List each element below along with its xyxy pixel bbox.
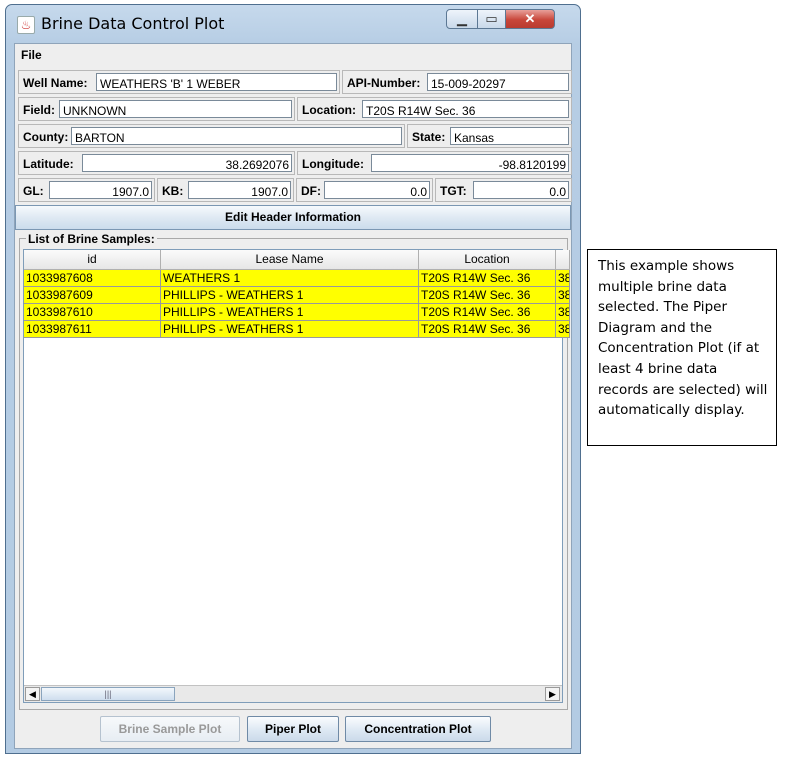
location-label: Location: xyxy=(302,103,356,117)
df-label: DF: xyxy=(301,184,321,198)
column-header-location[interactable]: Location xyxy=(419,250,556,270)
piper-plot-button[interactable]: Piper Plot xyxy=(247,716,339,742)
minimize-icon: ▁ xyxy=(457,11,467,26)
cell-id[interactable]: 1033987608 xyxy=(24,270,161,287)
tgt-field[interactable]: 0.0 xyxy=(473,181,569,199)
gl-field[interactable]: 1907.0 xyxy=(49,181,152,199)
header-row-field: Field: UNKNOWN Location: T20S R14W Sec. … xyxy=(15,97,572,122)
cell-lease-name[interactable]: PHILLIPS - WEATHERS 1 xyxy=(161,321,419,338)
scroll-right-button[interactable]: ▶ xyxy=(545,687,560,701)
kb-field[interactable]: 1907.0 xyxy=(188,181,291,199)
field-label: Field: xyxy=(23,103,55,117)
column-header-id[interactable]: id xyxy=(24,250,161,270)
api-number-field[interactable]: 15-009-20297 xyxy=(427,73,569,91)
county-field[interactable]: BARTON xyxy=(71,127,402,145)
table-row[interactable]: 1033987610 PHILLIPS - WEATHERS 1 T20S R1… xyxy=(24,304,570,321)
api-number-label: API-Number: xyxy=(347,76,421,90)
cell-overflow[interactable]: 38 xyxy=(556,287,570,304)
tgt-label: TGT: xyxy=(440,184,467,198)
cell-overflow[interactable]: 38 xyxy=(556,321,570,338)
menu-bar: File xyxy=(15,44,571,66)
brine-samples-panel: List of Brine Samples: id Lease Name Loc… xyxy=(19,232,570,710)
column-header-overflow[interactable] xyxy=(556,250,570,270)
cell-lease-name[interactable]: PHILLIPS - WEATHERS 1 xyxy=(161,287,419,304)
cell-location[interactable]: T20S R14W Sec. 36 xyxy=(419,287,556,304)
cell-lease-name[interactable]: PHILLIPS - WEATHERS 1 xyxy=(161,304,419,321)
table-row[interactable]: 1033987608 WEATHERS 1 T20S R14W Sec. 36 … xyxy=(24,270,570,287)
header-row-well: Well Name: WEATHERS 'B' 1 WEBER API-Numb… xyxy=(15,70,572,95)
brine-data-window: ♨ Brine Data Control Plot ▁ ▭ ✕ File Wel… xyxy=(5,4,581,754)
brine-samples-table: id Lease Name Location 1033987608 WEATHE… xyxy=(23,249,570,703)
latitude-cell: Latitude: 38.2692076 xyxy=(18,151,295,175)
latitude-field[interactable]: 38.2692076 xyxy=(82,154,292,172)
state-field[interactable]: Kansas xyxy=(450,127,569,145)
location-field[interactable]: T20S R14W Sec. 36 xyxy=(362,100,569,118)
cell-location[interactable]: T20S R14W Sec. 36 xyxy=(419,304,556,321)
field-input[interactable]: UNKNOWN xyxy=(59,100,292,118)
longitude-label: Longitude: xyxy=(302,157,364,171)
table-header: id Lease Name Location xyxy=(24,250,570,270)
window-client-area: File Well Name: WEATHERS 'B' 1 WEBER API… xyxy=(14,43,572,749)
callout-text: This example shows multiple brine data s… xyxy=(598,258,768,419)
maximize-icon: ▭ xyxy=(485,11,498,26)
column-header-lease-name[interactable]: Lease Name xyxy=(161,250,419,270)
cell-overflow[interactable]: 38 xyxy=(556,270,570,287)
scroll-thumb[interactable]: ||| xyxy=(41,687,175,701)
field-cell: Field: UNKNOWN xyxy=(18,97,295,121)
java-app-icon: ♨ xyxy=(17,16,35,34)
cell-location[interactable]: T20S R14W Sec. 36 xyxy=(419,321,556,338)
cell-id[interactable]: 1033987610 xyxy=(24,304,161,321)
table-row[interactable]: 1033987609 PHILLIPS - WEATHERS 1 T20S R1… xyxy=(24,287,570,304)
title-bar[interactable]: ♨ Brine Data Control Plot ▁ ▭ ✕ xyxy=(6,5,580,43)
header-row-coords: Latitude: 38.2692076 Longitude: -98.8120… xyxy=(15,151,572,176)
cell-id[interactable]: 1033987611 xyxy=(24,321,161,338)
concentration-plot-button[interactable]: Concentration Plot xyxy=(345,716,491,742)
grip-icon: ||| xyxy=(104,689,112,699)
close-icon: ✕ xyxy=(524,11,536,26)
kb-cell: KB: 1907.0 xyxy=(157,178,294,202)
tgt-cell: TGT: 0.0 xyxy=(435,178,572,202)
minimize-button[interactable]: ▁ xyxy=(446,9,478,29)
maximize-button[interactable]: ▭ xyxy=(477,9,506,29)
county-label: County: xyxy=(23,130,69,144)
state-cell: State: Kansas xyxy=(407,124,572,148)
gl-cell: GL: 1907.0 xyxy=(18,178,155,202)
location-cell: Location: T20S R14W Sec. 36 xyxy=(297,97,572,121)
latitude-label: Latitude: xyxy=(23,157,74,171)
window-title: Brine Data Control Plot xyxy=(41,14,225,33)
horizontal-scrollbar[interactable]: ◀ ||| ▶ xyxy=(24,685,562,702)
brine-sample-plot-button[interactable]: Brine Sample Plot xyxy=(100,716,240,742)
scroll-left-button[interactable]: ◀ xyxy=(25,687,40,701)
cell-location[interactable]: T20S R14W Sec. 36 xyxy=(419,270,556,287)
county-cell: County: BARTON xyxy=(18,124,405,148)
close-button[interactable]: ✕ xyxy=(505,9,555,29)
gl-label: GL: xyxy=(23,184,44,198)
header-row-elevations: GL: 1907.0 KB: 1907.0 DF: 0.0 TGT: 0.0 xyxy=(15,178,572,203)
table-row[interactable]: 1033987611 PHILLIPS - WEATHERS 1 T20S R1… xyxy=(24,321,570,338)
edit-header-information-button[interactable]: Edit Header Information xyxy=(15,205,571,230)
api-number-cell: API-Number: 15-009-20297 xyxy=(342,70,572,94)
cell-lease-name[interactable]: WEATHERS 1 xyxy=(161,270,419,287)
kb-label: KB: xyxy=(162,184,184,198)
header-row-county: County: BARTON State: Kansas xyxy=(15,124,572,149)
explanation-callout: This example shows multiple brine data s… xyxy=(587,249,777,446)
well-name-label: Well Name: xyxy=(23,76,88,90)
well-name-cell: Well Name: WEATHERS 'B' 1 WEBER xyxy=(18,70,340,94)
arrow-right-icon: ▶ xyxy=(549,689,556,699)
menu-file[interactable]: File xyxy=(21,48,42,62)
cell-id[interactable]: 1033987609 xyxy=(24,287,161,304)
state-label: State: xyxy=(412,130,446,144)
arrow-left-icon: ◀ xyxy=(29,689,36,699)
longitude-cell: Longitude: -98.8120199 xyxy=(297,151,572,175)
df-cell: DF: 0.0 xyxy=(296,178,433,202)
longitude-field[interactable]: -98.8120199 xyxy=(371,154,569,172)
well-name-field[interactable]: WEATHERS 'B' 1 WEBER xyxy=(96,73,337,91)
df-field[interactable]: 0.0 xyxy=(324,181,430,199)
brine-samples-title: List of Brine Samples: xyxy=(26,232,157,246)
cell-overflow[interactable]: 38 xyxy=(556,304,570,321)
